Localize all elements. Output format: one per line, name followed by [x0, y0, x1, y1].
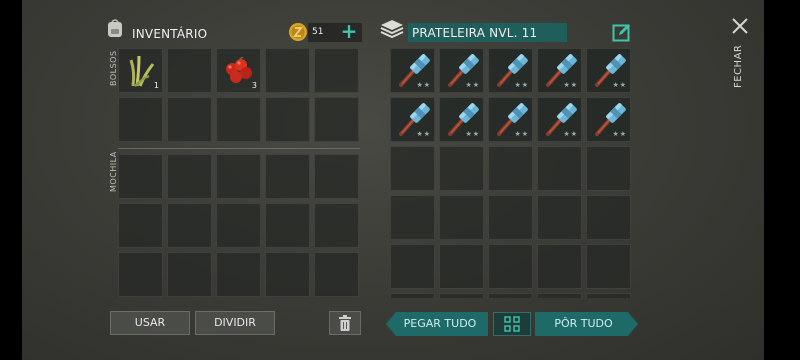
shelf-slot-23[interactable]	[488, 244, 533, 289]
shelf-slot-21[interactable]	[390, 244, 435, 289]
backpack-slot-13[interactable]	[216, 252, 261, 297]
trash-button[interactable]	[329, 311, 361, 335]
backpack-slot-8[interactable]	[216, 203, 261, 248]
close-button[interactable]	[730, 16, 752, 38]
quality-stars: ★★	[563, 130, 578, 138]
game-screen: INVENTÁRIO 51 + BOLSOS 1 3 MOCHILA USAR …	[22, 0, 764, 360]
quality-stars: ★★	[416, 81, 431, 89]
quality-stars: ★★	[612, 81, 627, 89]
sort-grid-icon	[504, 316, 520, 332]
shelf-slot-24[interactable]	[537, 244, 582, 289]
backpack-slot-15[interactable]	[314, 252, 359, 297]
backpack-label: MOCHILA	[109, 151, 118, 192]
shelf-slot-11[interactable]	[390, 146, 435, 191]
item-count: 1	[153, 81, 159, 90]
backpack-icon	[106, 18, 124, 38]
currency-amount: 51	[312, 27, 324, 37]
shelf-slot-22[interactable]	[439, 244, 484, 289]
shelf-slot-12[interactable]	[439, 146, 484, 191]
split-button[interactable]: DIVIDIR	[195, 311, 275, 335]
close-label[interactable]: FECHAR	[733, 45, 744, 88]
quality-stars: ★★	[465, 130, 480, 138]
shelf-slot-4[interactable]: ★★	[537, 48, 582, 93]
shelf-slot-19[interactable]	[537, 195, 582, 240]
shelf-icon	[380, 19, 404, 41]
shelf-slot-18[interactable]	[488, 195, 533, 240]
shelf-title: PRATELEIRA NVL. 11	[412, 26, 538, 40]
coin-icon	[288, 22, 308, 42]
backpack-slot-11[interactable]	[118, 252, 163, 297]
backpack-slot-3[interactable]	[216, 154, 261, 199]
backpack-slot-5[interactable]	[314, 154, 359, 199]
put-all-button[interactable]: PÔR TUDO	[535, 312, 638, 336]
wheat-icon	[129, 55, 155, 87]
pocket-slot-8[interactable]	[216, 97, 261, 142]
pocket-slot-5[interactable]	[314, 48, 359, 93]
shelf-slot-8[interactable]: ★★	[488, 97, 533, 142]
take-all-button[interactable]: PEGAR TUDO	[386, 312, 488, 336]
pocket-slot-2[interactable]	[167, 48, 212, 93]
shelf-slot-16[interactable]	[390, 195, 435, 240]
backpack-slot-6[interactable]	[118, 203, 163, 248]
pocket-slot-7[interactable]	[167, 97, 212, 142]
pocket-slot-1[interactable]: 1	[118, 48, 163, 93]
quality-stars: ★★	[514, 130, 529, 138]
backpack-slot-12[interactable]	[167, 252, 212, 297]
shelf-slot-26[interactable]	[390, 293, 435, 298]
quality-stars: ★★	[416, 130, 431, 138]
add-currency-button[interactable]: +	[340, 21, 358, 41]
trash-icon	[339, 315, 351, 331]
pocket-slot-6[interactable]	[118, 97, 163, 142]
section-divider	[118, 148, 360, 149]
sort-button[interactable]	[493, 312, 531, 336]
quality-stars: ★★	[563, 81, 578, 89]
shelf-grid: ★★ ★★ ★★ ★★ ★★ ★★ ★★ ★★ ★★ ★★	[390, 48, 635, 298]
backpack-slot-4[interactable]	[265, 154, 310, 199]
backpack-slot-9[interactable]	[265, 203, 310, 248]
quality-stars: ★★	[514, 81, 529, 89]
use-button[interactable]: USAR	[110, 311, 190, 335]
quality-stars: ★★	[465, 81, 480, 89]
shelf-slot-20[interactable]	[586, 195, 631, 240]
shelf-slot-17[interactable]	[439, 195, 484, 240]
pockets-label: BOLSOS	[109, 50, 118, 86]
quality-stars: ★★	[612, 130, 627, 138]
shelf-slot-29[interactable]	[537, 293, 582, 298]
backpack-slot-7[interactable]	[167, 203, 212, 248]
pocket-slot-10[interactable]	[314, 97, 359, 142]
shelf-slot-25[interactable]	[586, 244, 631, 289]
shelf-slot-15[interactable]	[586, 146, 631, 191]
shelf-slot-30[interactable]	[586, 293, 631, 298]
shelf-slot-1[interactable]: ★★	[390, 48, 435, 93]
shelf-slot-3[interactable]: ★★	[488, 48, 533, 93]
shelf-slot-28[interactable]	[488, 293, 533, 298]
backpack-slot-1[interactable]	[118, 154, 163, 199]
berries-icon	[226, 57, 252, 83]
shelf-slot-14[interactable]	[537, 146, 582, 191]
shelf-slot-27[interactable]	[439, 293, 484, 298]
item-count: 3	[251, 81, 257, 90]
rename-button[interactable]	[612, 22, 634, 44]
edit-icon	[612, 24, 630, 42]
close-icon	[732, 18, 748, 34]
shelf-slot-6[interactable]: ★★	[390, 97, 435, 142]
inventory-title: INVENTÁRIO	[132, 27, 208, 41]
shelf-slot-2[interactable]: ★★	[439, 48, 484, 93]
backpack-slot-2[interactable]	[167, 154, 212, 199]
shelf-slot-9[interactable]: ★★	[537, 97, 582, 142]
shelf-slot-10[interactable]: ★★	[586, 97, 631, 142]
pocket-slot-4[interactable]	[265, 48, 310, 93]
shelf-slot-13[interactable]	[488, 146, 533, 191]
shelf-slot-5[interactable]: ★★	[586, 48, 631, 93]
pocket-slot-3[interactable]: 3	[216, 48, 261, 93]
pocket-slot-9[interactable]	[265, 97, 310, 142]
shelf-slot-7[interactable]: ★★	[439, 97, 484, 142]
backpack-slot-14[interactable]	[265, 252, 310, 297]
backpack-slot-10[interactable]	[314, 203, 359, 248]
